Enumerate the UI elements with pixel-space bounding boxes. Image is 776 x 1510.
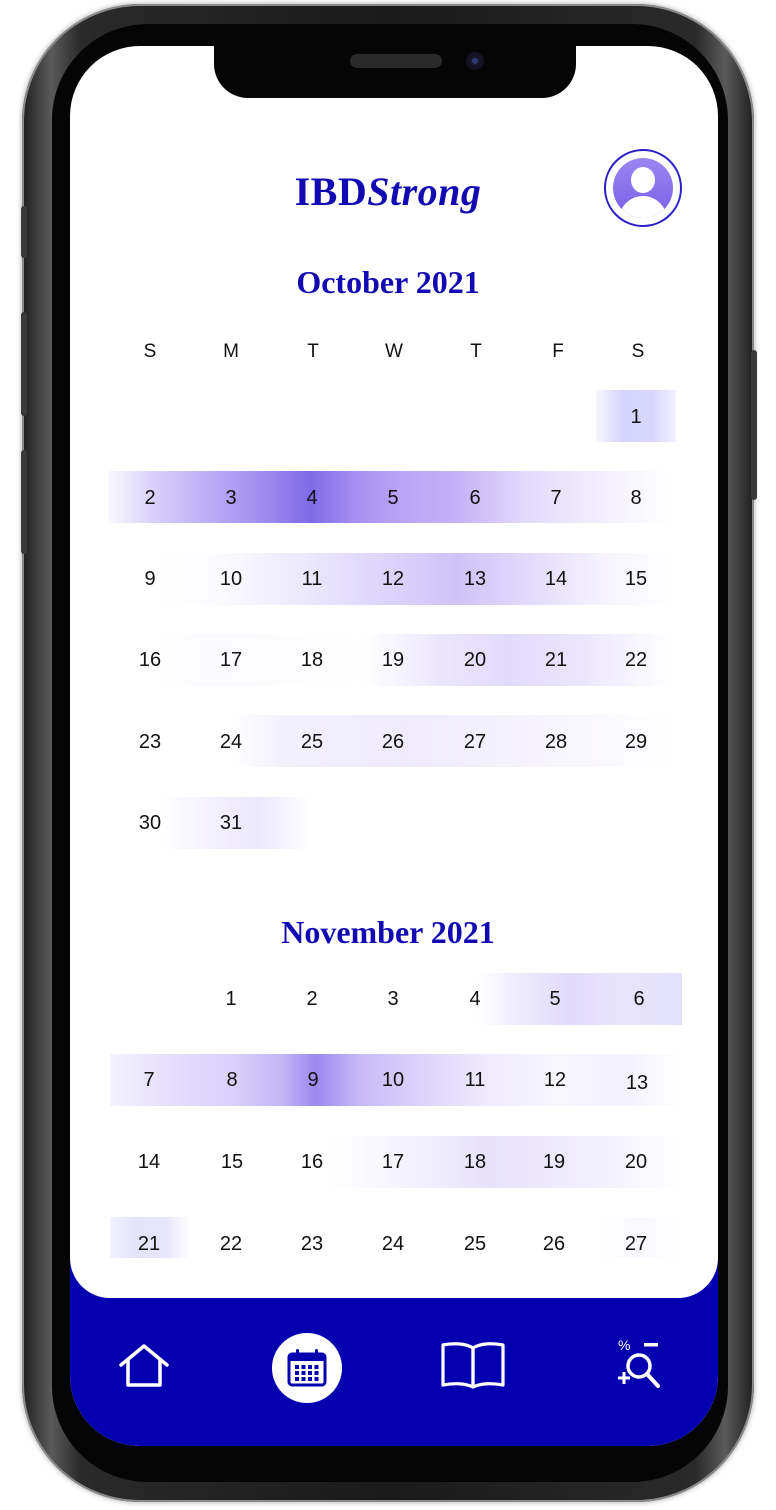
- month-title-november: November 2021: [281, 914, 495, 950]
- calendar-day[interactable]: 21: [531, 648, 581, 672]
- weekday-label: M: [223, 341, 239, 362]
- calendar-day[interactable]: 3: [368, 987, 418, 1011]
- svg-text:%: %: [618, 1337, 630, 1353]
- calendar-day[interactable]: 22: [611, 648, 661, 672]
- calendar-day[interactable]: 7: [531, 486, 581, 510]
- calendar-day[interactable]: 28: [531, 730, 581, 754]
- calendar-day[interactable]: 8: [611, 486, 661, 510]
- calendar-day[interactable]: 9: [288, 1068, 338, 1092]
- calendar-day[interactable]: 1: [611, 405, 661, 429]
- weekday-label: W: [385, 341, 403, 362]
- volume-up-button: [21, 312, 27, 416]
- calendar-day[interactable]: 11: [287, 567, 337, 591]
- profile-avatar-button[interactable]: [604, 149, 682, 227]
- calendar-day[interactable]: 9: [125, 567, 175, 591]
- book-icon: [441, 1342, 505, 1389]
- calendar-day[interactable]: 20: [450, 648, 500, 672]
- calendar-day[interactable]: 4: [450, 987, 500, 1011]
- calendar-day[interactable]: 19: [368, 648, 418, 672]
- calendar-day[interactable]: 18: [450, 1150, 500, 1174]
- calendar-day[interactable]: 20: [611, 1150, 661, 1174]
- calendar-day[interactable]: 8: [207, 1068, 257, 1092]
- app-title-suffix: Strong: [367, 169, 482, 214]
- home-icon: [119, 1344, 169, 1387]
- calendar-day[interactable]: 17: [206, 648, 256, 672]
- calendar-day[interactable]: 17: [368, 1150, 418, 1174]
- power-button: [751, 350, 757, 500]
- nav-home-button[interactable]: [112, 1334, 176, 1398]
- front-camera: [466, 52, 484, 70]
- calendar-day[interactable]: 7: [124, 1068, 174, 1092]
- month-title-october: October 2021: [296, 264, 480, 300]
- weekday-label: S: [631, 341, 645, 362]
- calendar-day[interactable]: 16: [125, 648, 175, 672]
- nav-library-button[interactable]: [438, 1336, 508, 1396]
- calendar-day[interactable]: 14: [124, 1150, 174, 1174]
- calendar-day[interactable]: 12: [368, 567, 418, 591]
- calendar-day[interactable]: 16: [287, 1150, 337, 1174]
- calendar-day[interactable]: 13: [450, 567, 500, 591]
- calendar-day[interactable]: 13: [612, 1071, 662, 1095]
- calendar-day[interactable]: 12: [530, 1068, 580, 1092]
- calendar-day[interactable]: 1: [206, 987, 256, 1011]
- calendar-day[interactable]: 14: [531, 567, 581, 591]
- calendar-day[interactable]: 31: [206, 811, 256, 835]
- calendar-day[interactable]: 23: [125, 730, 175, 754]
- weekday-label: S: [143, 341, 157, 362]
- calendar-day[interactable]: 30: [125, 811, 175, 835]
- app-title-prefix: IBD: [294, 169, 368, 214]
- weekday-label: T: [307, 341, 319, 362]
- calculator-search-icon: %: [618, 1337, 660, 1388]
- calendar-day[interactable]: 5: [368, 486, 418, 510]
- nav-calendar-button[interactable]: [272, 1333, 342, 1403]
- notch: [214, 44, 576, 98]
- calendar-day[interactable]: 19: [529, 1150, 579, 1174]
- speaker: [350, 54, 442, 68]
- calendar-icon: [287, 1349, 327, 1387]
- calendar-day[interactable]: 2: [287, 987, 337, 1011]
- volume-down-button: [21, 450, 27, 554]
- calendar-day[interactable]: 18: [287, 648, 337, 672]
- nav-calculator-button[interactable]: %: [610, 1334, 668, 1394]
- calendar-day[interactable]: 25: [287, 730, 337, 754]
- calendar-day[interactable]: 15: [611, 567, 661, 591]
- weekday-label: F: [552, 341, 564, 362]
- calendar-day[interactable]: 10: [206, 567, 256, 591]
- calendar-day[interactable]: 5: [530, 987, 580, 1011]
- calendar-day[interactable]: 24: [206, 730, 256, 754]
- calendar-day[interactable]: 15: [207, 1150, 257, 1174]
- calendar-day[interactable]: 6: [614, 987, 664, 1011]
- avatar-icon: [613, 158, 673, 218]
- calendar-day[interactable]: 10: [368, 1068, 418, 1092]
- calendar-day[interactable]: 11: [450, 1068, 500, 1092]
- calendar-day[interactable]: 2: [125, 486, 175, 510]
- weekday-label: T: [470, 341, 482, 362]
- calendar-day[interactable]: 6: [450, 486, 500, 510]
- content-card-edge: [70, 1180, 718, 1298]
- calendar-day[interactable]: 3: [206, 486, 256, 510]
- calendar-day[interactable]: 29: [611, 730, 661, 754]
- calendar-day[interactable]: 27: [450, 730, 500, 754]
- calendar-day[interactable]: 4: [287, 486, 337, 510]
- calendar-day[interactable]: 26: [368, 730, 418, 754]
